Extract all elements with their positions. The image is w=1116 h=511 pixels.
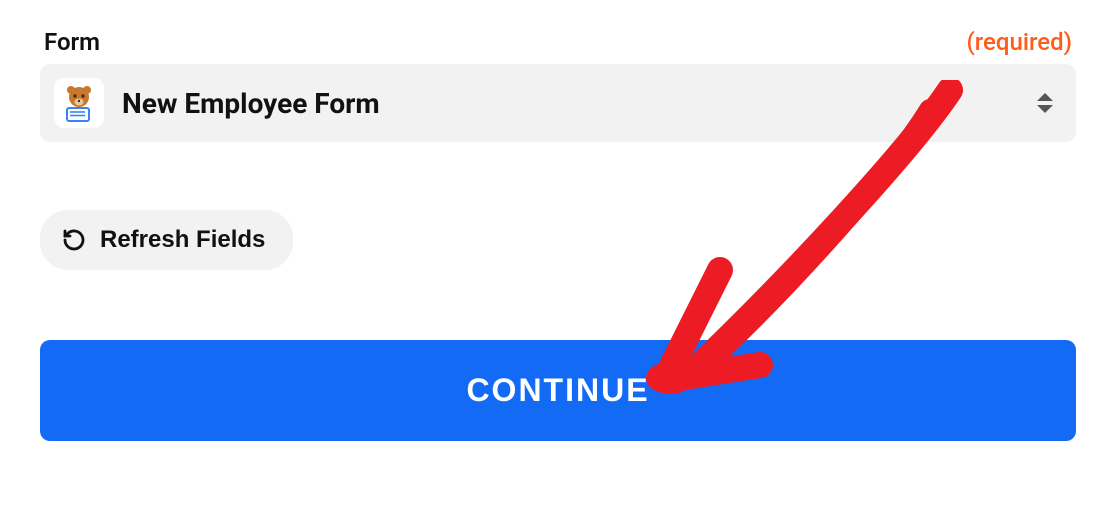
- field-label-row: Form (required): [40, 28, 1076, 56]
- wpforms-app-icon: [54, 78, 104, 128]
- form-select-value: New Employee Form: [122, 87, 1016, 120]
- continue-button[interactable]: CONTINUE: [40, 340, 1076, 441]
- refresh-fields-button[interactable]: Refresh Fields: [40, 210, 293, 270]
- refresh-fields-label: Refresh Fields: [100, 226, 265, 254]
- required-indicator: (required): [966, 28, 1072, 56]
- continue-button-label: CONTINUE: [466, 372, 649, 408]
- select-sort-icon: [1034, 89, 1056, 117]
- form-field-label: Form: [44, 28, 100, 56]
- refresh-icon: [62, 228, 86, 252]
- form-select-dropdown[interactable]: New Employee Form: [40, 64, 1076, 142]
